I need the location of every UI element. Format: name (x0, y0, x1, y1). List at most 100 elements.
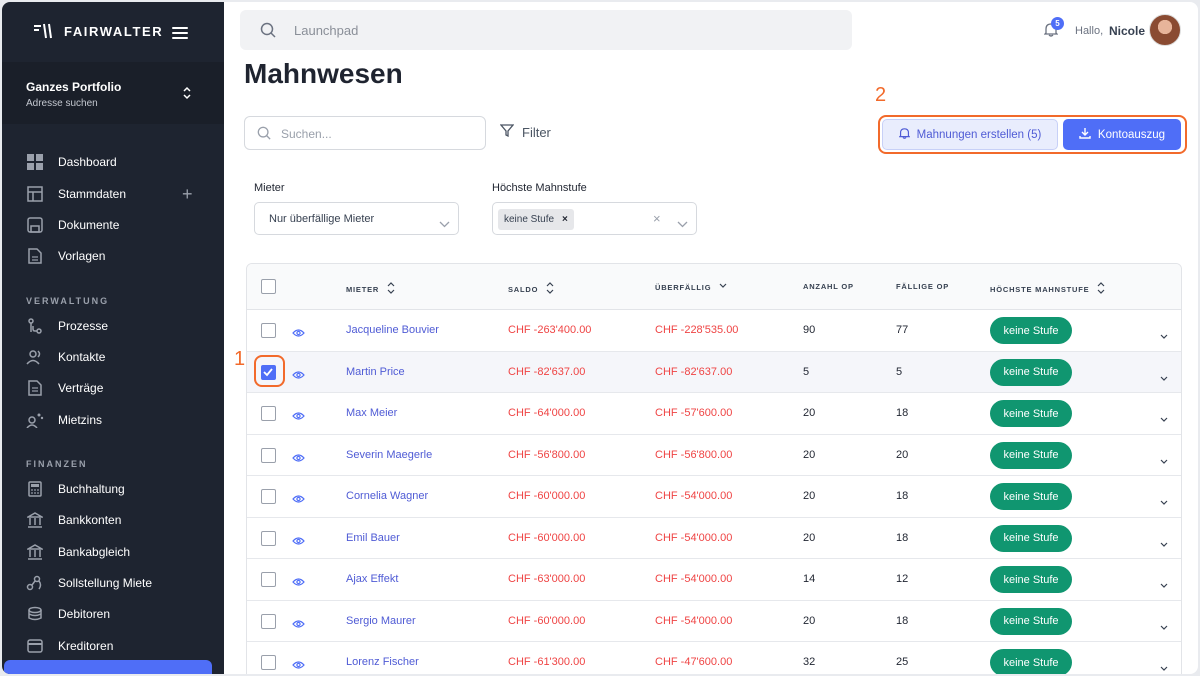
overdue: CHF -54'000.00 (655, 573, 733, 585)
save-icon (26, 216, 44, 234)
row-checkbox[interactable] (261, 323, 276, 338)
mahnstufe-select[interactable]: keine Stufe × × (492, 202, 697, 235)
add-icon[interactable]: + (182, 184, 193, 205)
chevron-down-icon[interactable] (1160, 576, 1168, 594)
eye-icon[interactable] (292, 450, 305, 468)
chevron-down-icon[interactable] (1160, 493, 1168, 511)
tenant-name[interactable]: Cornelia Wagner (346, 490, 428, 502)
chevron-down-icon (439, 215, 450, 233)
tenant-name[interactable]: Lorenz Fischer (346, 656, 419, 668)
table-row[interactable]: Max Meier CHF -64'000.00 CHF -57'600.00 20 1… (247, 393, 1181, 435)
row-checkbox[interactable] (261, 447, 276, 463)
table-row[interactable]: Ajax Effekt CHF -63'000.00 CHF -54'000.00 1… (247, 559, 1181, 601)
chevron-down-icon[interactable] (1160, 369, 1168, 387)
sidebar-item-debitoren[interactable]: Debitoren (26, 604, 110, 624)
row-checkbox[interactable] (261, 572, 276, 587)
sidebar-item-prozesse[interactable]: Prozesse (26, 316, 108, 336)
sidebar-item-active[interactable] (4, 660, 212, 674)
create-reminders-label: Mahnungen erstellen (5) (916, 128, 1042, 141)
status-badge: keine Stufe (990, 566, 1072, 593)
column-header-mahnstufe[interactable]: HÖCHSTE MAHNSTUFE (990, 282, 1105, 296)
chevron-down-icon[interactable] (1160, 327, 1168, 345)
sidebar-item-stammdaten[interactable]: Stammdaten (26, 184, 126, 204)
eye-icon[interactable] (292, 657, 305, 674)
fairwalter-logo-icon (32, 22, 56, 40)
sidebar-item-kontakte[interactable]: Kontakte (26, 347, 105, 367)
status-badge: keine Stufe (990, 649, 1072, 674)
greeting: Hallo, (1075, 25, 1104, 37)
logo[interactable]: FAIRWALTER (32, 22, 163, 40)
tenant-name[interactable]: Severin Maegerle (346, 449, 432, 461)
due-items-count: 20 (896, 448, 909, 461)
eye-icon[interactable] (292, 574, 305, 592)
sidebar-item-sollstellung[interactable]: Sollstellung Miete (26, 573, 152, 593)
tenant-name[interactable]: Emil Bauer (346, 532, 400, 544)
chevron-down-icon[interactable] (1160, 659, 1168, 674)
table-row[interactable]: Lorenz Fischer CHF -61'300.00 CHF -47'600.… (247, 642, 1181, 674)
sidebar-item-label: Prozesse (58, 319, 109, 333)
avatar[interactable] (1149, 14, 1181, 46)
tenant-name[interactable]: Max Meier (346, 407, 397, 419)
launchpad-search[interactable]: Launchpad (240, 10, 852, 50)
section-finanzen: FINANZEN (26, 459, 88, 469)
tag-remove-icon[interactable]: × (562, 214, 568, 225)
eye-icon[interactable] (292, 616, 305, 634)
sidebar-item-bankkonten[interactable]: Bankkonten (26, 510, 121, 530)
sidebar-item-vorlagen[interactable]: Vorlagen (26, 246, 105, 266)
status-badge: keine Stufe (990, 441, 1072, 469)
user-name[interactable]: Nicole (1109, 24, 1145, 38)
eye-icon[interactable] (292, 533, 305, 551)
row-checkbox[interactable] (261, 655, 276, 670)
eye-icon[interactable] (292, 408, 305, 426)
eye-icon[interactable] (292, 491, 305, 509)
chevron-down-icon[interactable] (1160, 452, 1168, 470)
search-input[interactable]: Suchen... (244, 116, 486, 150)
eye-icon[interactable] (292, 367, 305, 385)
row-checkbox[interactable] (261, 530, 276, 546)
mahnstufe-label: Höchste Mahnstufe (492, 182, 587, 194)
column-header-saldo[interactable]: SALDO (508, 282, 554, 296)
table-row[interactable]: Emil Bauer CHF -60'000.00 CHF -54'000.00 20… (247, 517, 1181, 559)
sidebar-item-buchhaltung[interactable]: Buchhaltung (26, 479, 125, 499)
filter-button[interactable]: Filter (499, 124, 551, 140)
tenant-name[interactable]: Ajax Effekt (346, 573, 398, 585)
table-row[interactable]: Sergio Maurer CHF -60'000.00 CHF -54'000.0… (247, 600, 1181, 642)
sidebar-item-dokumente[interactable]: Dokumente (26, 215, 119, 235)
sidebar-item-vertraege[interactable]: Verträge (26, 378, 103, 398)
clear-icon[interactable]: × (653, 211, 661, 226)
chevron-down-icon[interactable] (1160, 535, 1168, 553)
sidebar-item-dashboard[interactable]: Dashboard (26, 152, 117, 172)
sidebar-item-label: Dashboard (58, 155, 117, 169)
overdue: CHF -228'535.00 (655, 324, 739, 336)
chevron-down-icon[interactable] (1160, 410, 1168, 428)
search-placeholder: Launchpad (294, 23, 359, 38)
statement-button[interactable]: Kontoauszug (1063, 119, 1181, 150)
table-row[interactable]: Cornelia Wagner CHF -60'000.00 CHF -54'000… (247, 476, 1181, 518)
row-checkbox[interactable] (261, 489, 276, 504)
column-header-mieter[interactable]: MIETER (346, 282, 395, 296)
tenant-name[interactable]: Martin Price (346, 366, 405, 378)
tenant-name[interactable]: Sergio Maurer (346, 615, 416, 627)
sidebar-item-bankabgleich[interactable]: Bankabgleich (26, 542, 130, 562)
chevron-down-icon[interactable] (1160, 618, 1168, 636)
table-row[interactable]: Martin Price CHF -82'637.00 CHF -82'637.00… (247, 351, 1181, 393)
mieter-select[interactable]: Nur überfällige Mieter (254, 202, 459, 235)
overdue: CHF -54'000.00 (655, 614, 733, 627)
eye-icon[interactable] (292, 325, 305, 343)
create-reminders-button[interactable]: Mahnungen erstellen (5) (882, 119, 1058, 150)
user-money-icon (26, 411, 44, 429)
status-badge: keine Stufe (990, 483, 1072, 510)
row-checkbox[interactable] (261, 406, 276, 421)
portfolio-selector[interactable]: Ganzes Portfolio Adresse suchen (2, 62, 224, 124)
row-checkbox[interactable] (261, 613, 276, 629)
select-all-checkbox[interactable] (261, 279, 276, 294)
due-items-count: 18 (896, 490, 909, 502)
table-row[interactable]: Severin Maegerle CHF -56'800.00 CHF -56'80… (247, 434, 1181, 476)
sidebar-item-mietzins[interactable]: Mietzins (26, 410, 102, 430)
saldo: CHF -60'000.00 (508, 531, 586, 544)
column-header-ueberfaellig[interactable]: ÜBERFÄLLIG (655, 282, 727, 292)
sidebar-item-kreditoren[interactable]: Kreditoren (26, 636, 113, 656)
table-row[interactable]: Jacqueline Bouvier CHF -263'400.00 CHF -22… (247, 310, 1181, 352)
tenant-name[interactable]: Jacqueline Bouvier (346, 324, 439, 336)
menu-icon[interactable] (172, 27, 188, 39)
